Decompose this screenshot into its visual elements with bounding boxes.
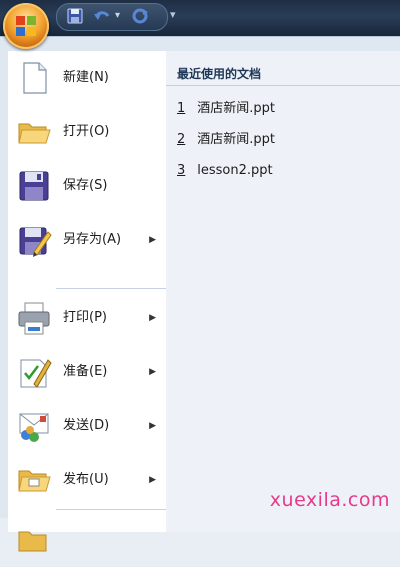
menu-item-print[interactable]: 打印(P) ▶ — [8, 291, 166, 345]
prepare-icon — [16, 354, 52, 390]
undo-dropdown-icon[interactable]: ▾ — [115, 10, 120, 21]
submenu-arrow-icon: ▶ — [149, 313, 156, 323]
quick-access-toolbar: ▾ — [56, 3, 168, 31]
title-bar: ▾ ▾ — [0, 0, 400, 36]
recent-item-number: 3 — [177, 163, 186, 178]
printer-icon — [16, 300, 52, 336]
menu-item-close[interactable] — [8, 513, 166, 567]
publish-icon — [16, 462, 52, 498]
submenu-arrow-icon: ▶ — [149, 421, 156, 431]
new-document-icon — [16, 60, 52, 96]
recent-documents-title: 最近使用的文档 — [177, 67, 262, 81]
recent-document-item[interactable]: 1 酒店新闻.ppt — [177, 98, 275, 120]
menu-divider — [56, 509, 166, 510]
watermark: xuexila.com — [269, 489, 390, 511]
close-document-icon — [16, 522, 52, 558]
office-menu: 新建(N) 打开(O) 保存(S) 另存为(A) ▶ 打印(P) ▶ 准备(E)… — [0, 36, 400, 552]
office-logo-icon — [14, 14, 38, 42]
menu-item-label: 另存为(A) — [63, 232, 122, 247]
undo-icon[interactable] — [93, 8, 111, 28]
menu-item-label: 打印(P) — [63, 310, 107, 325]
save-disk-icon — [16, 168, 52, 204]
recent-divider — [166, 85, 400, 86]
recent-item-number: 2 — [177, 132, 186, 147]
save-as-icon — [16, 222, 52, 258]
menu-item-label: 新建(N) — [63, 70, 109, 85]
menu-item-label: 准备(E) — [63, 364, 108, 379]
menu-item-open[interactable]: 打开(O) — [8, 105, 166, 159]
recent-document-item[interactable]: 3 lesson2.ppt — [177, 160, 273, 182]
recent-item-number: 1 — [177, 101, 186, 116]
recent-document-item[interactable]: 2 酒店新闻.ppt — [177, 129, 275, 151]
menu-item-prepare[interactable]: 准备(E) ▶ — [8, 345, 166, 399]
menu-item-publish[interactable]: 发布(U) ▶ — [8, 453, 166, 507]
recent-item-name: lesson2.ppt — [197, 163, 273, 178]
submenu-arrow-icon: ▶ — [149, 235, 156, 245]
menu-item-label: 保存(S) — [63, 178, 108, 193]
menu-item-label: 打开(O) — [63, 124, 110, 139]
menu-item-send[interactable]: 发送(D) ▶ — [8, 399, 166, 453]
menu-item-save[interactable]: 保存(S) — [8, 159, 166, 213]
send-icon — [16, 408, 52, 444]
recent-item-name: 酒店新闻.ppt — [197, 132, 276, 147]
menu-item-label: 发布(U) — [63, 472, 109, 487]
open-folder-icon — [16, 114, 52, 150]
redo-icon[interactable] — [131, 8, 149, 28]
submenu-arrow-icon: ▶ — [149, 475, 156, 485]
save-icon[interactable] — [67, 8, 83, 28]
submenu-arrow-icon: ▶ — [149, 367, 156, 377]
recent-documents-pane: 最近使用的文档 1 酒店新闻.ppt 2 酒店新闻.ppt 3 lesson2.ppt — [166, 51, 400, 532]
menu-item-save-as[interactable]: 另存为(A) ▶ — [8, 213, 166, 267]
recent-item-name: 酒店新闻.ppt — [197, 101, 276, 116]
menu-item-new[interactable]: 新建(N) — [8, 51, 166, 105]
customize-toolbar-icon[interactable]: ▾ — [170, 8, 176, 21]
menu-item-label: 发送(D) — [63, 418, 110, 433]
command-list: 新建(N) 打开(O) 保存(S) 另存为(A) ▶ 打印(P) ▶ 准备(E)… — [8, 51, 167, 552]
menu-divider — [56, 288, 166, 289]
office-button[interactable] — [3, 3, 49, 49]
